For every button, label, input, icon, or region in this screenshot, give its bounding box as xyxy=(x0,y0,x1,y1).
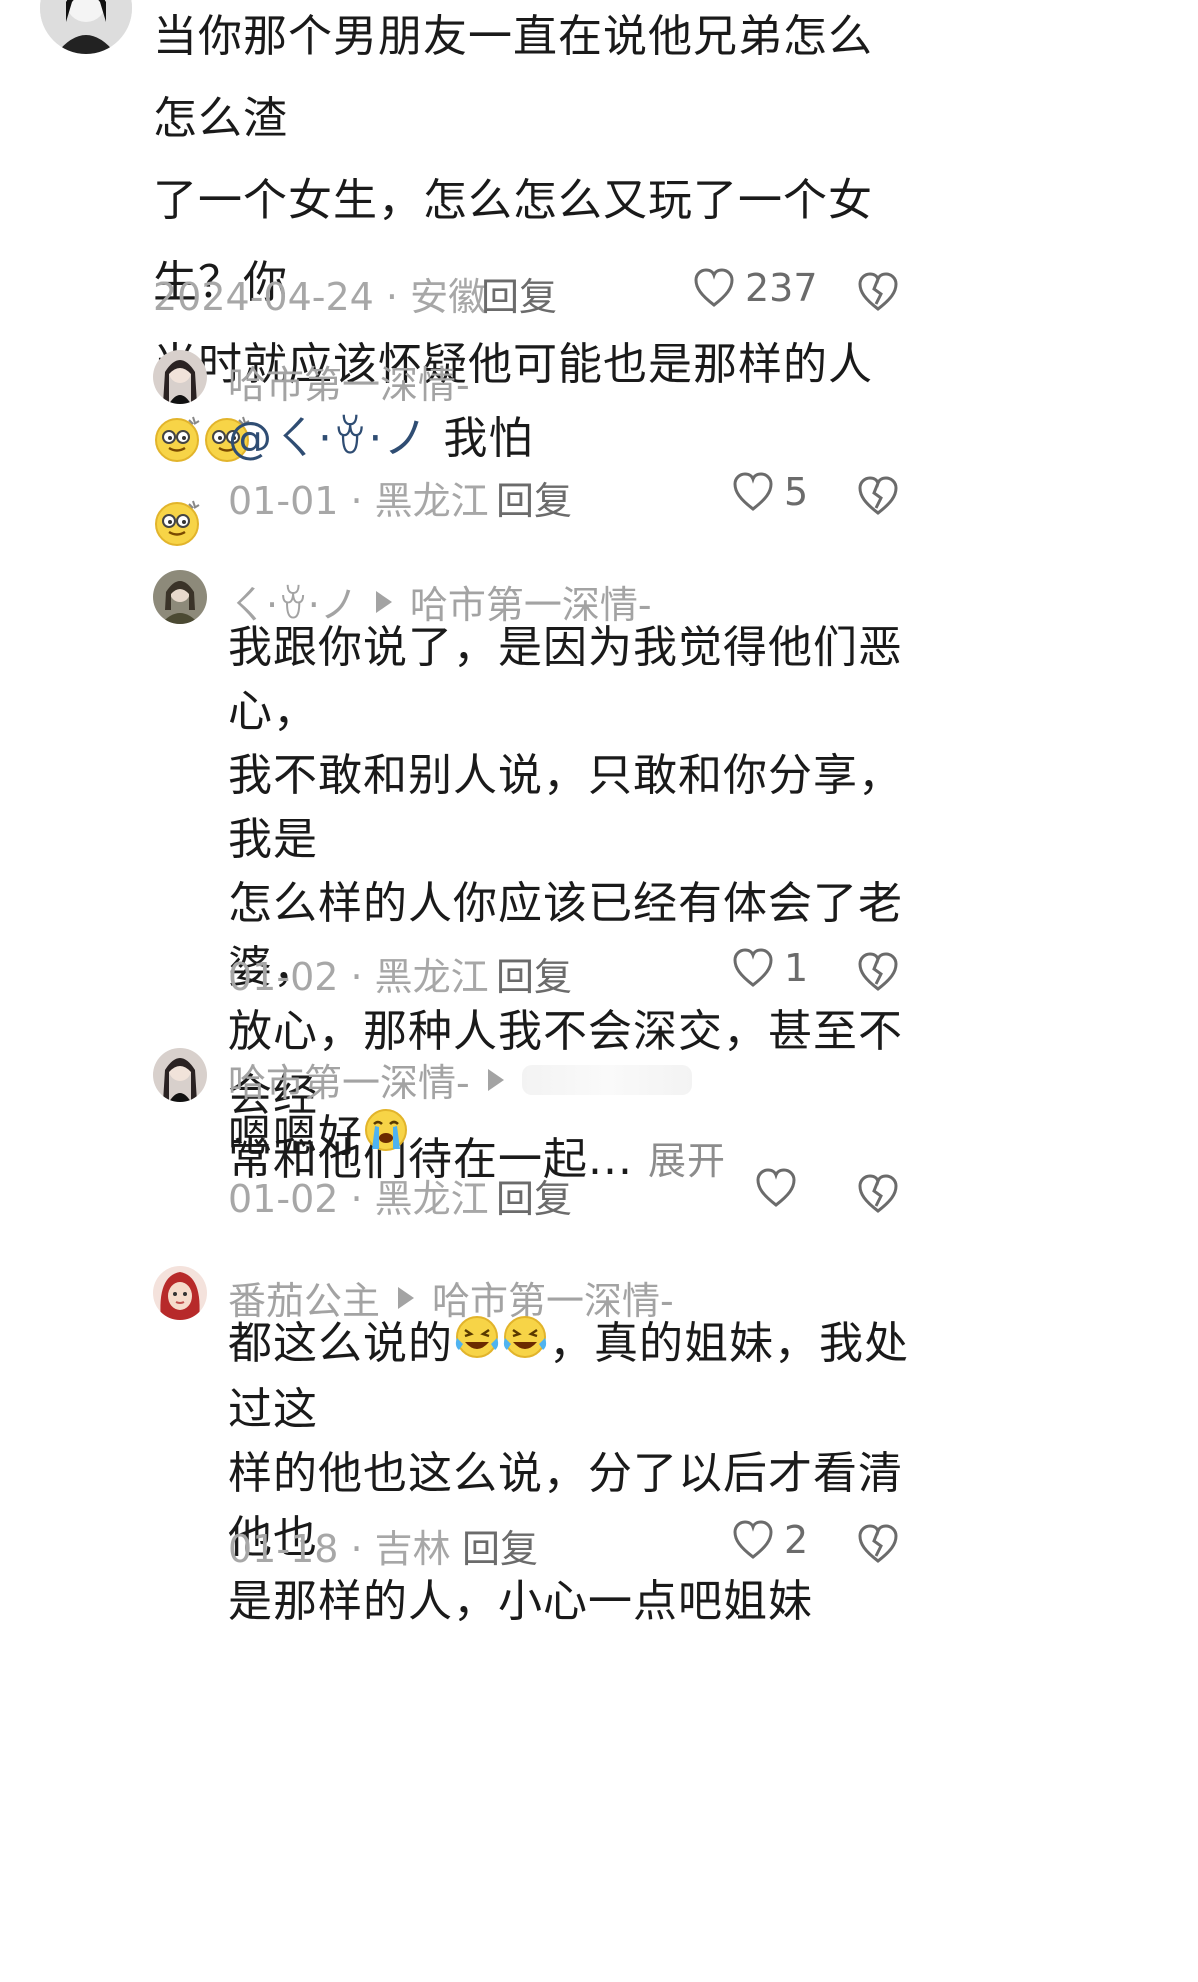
like-button[interactable]: 2 xyxy=(732,1518,808,1562)
broken-heart-icon xyxy=(858,476,898,515)
triangle-right-icon xyxy=(487,1068,504,1091)
comment-meta: 01-18 · 吉林 回复 2 xyxy=(0,1518,1198,1578)
like-button[interactable]: 1 xyxy=(732,946,808,990)
reply-button[interactable]: 回复 xyxy=(496,1168,572,1223)
avatar[interactable] xyxy=(153,570,207,624)
like-count: 1 xyxy=(784,946,809,990)
dislike-button[interactable] xyxy=(857,1524,899,1573)
broken-heart-icon xyxy=(858,1174,898,1213)
broken-heart-icon xyxy=(858,1524,898,1563)
avatar[interactable] xyxy=(40,0,132,54)
triangle-right-icon xyxy=(375,590,392,613)
avatar[interactable] xyxy=(153,1266,207,1320)
comment-text: @ㄑ·ꈊ·ノ 我怕 xyxy=(228,413,534,464)
heart-outline-icon xyxy=(694,268,734,307)
reply-button[interactable]: 回复 xyxy=(496,946,572,1001)
comment-date-location: 01-18 · 吉林 xyxy=(228,1527,451,1571)
comment-date-location: 01-02 · 黑龙江 xyxy=(228,1177,489,1221)
comment-date-location: 2024-04-24 · 安徽 xyxy=(153,275,487,319)
blurred-username xyxy=(521,1064,692,1095)
like-button[interactable]: 237 xyxy=(693,266,818,310)
heart-outline-icon xyxy=(756,1168,796,1207)
rolling-on-floor-laughing-emoji-icon xyxy=(453,1314,501,1378)
broken-heart-icon xyxy=(858,952,898,991)
like-button[interactable] xyxy=(755,1168,807,1208)
heart-outline-icon xyxy=(733,472,773,511)
dislike-button[interactable] xyxy=(857,1174,899,1223)
comment-meta: 2024-04-24 · 安徽 回复 237 xyxy=(0,266,1198,326)
mention-link[interactable]: @ㄑ·ꈊ·ノ xyxy=(228,413,428,464)
like-count: 5 xyxy=(784,470,809,514)
like-button[interactable]: 5 xyxy=(732,470,808,514)
comment-meta: 01-02 · 黑龙江 回复 1 xyxy=(0,946,1198,1006)
dislike-button[interactable] xyxy=(857,272,899,321)
comment-meta: 01-01 · 黑龙江 回复 5 xyxy=(0,470,1198,530)
avatar[interactable] xyxy=(153,350,207,404)
reply-button[interactable]: 回复 xyxy=(496,470,572,525)
like-count: 2 xyxy=(784,1518,809,1562)
dislike-button[interactable] xyxy=(857,476,899,525)
triangle-right-icon xyxy=(398,1286,415,1309)
like-count: 237 xyxy=(745,266,818,310)
avatar[interactable] xyxy=(153,1048,207,1102)
heart-outline-icon xyxy=(733,948,773,987)
reply-button[interactable]: 回复 xyxy=(481,266,557,321)
comment-text: 都这么说的 ，真的姐妹，我处过这 样的他也这么说，分了以后才看清他也 是那样的人，… xyxy=(228,1312,928,1634)
broken-heart-icon xyxy=(858,272,898,311)
comment-meta: 01-02 · 黑龙江 回复 xyxy=(0,1168,1198,1228)
reply-button[interactable]: 回复 xyxy=(462,1518,538,1573)
heart-outline-icon xyxy=(733,1520,773,1559)
rolling-on-floor-laughing-emoji-icon xyxy=(501,1314,549,1378)
comment-date-location: 01-01 · 黑龙江 xyxy=(228,479,489,523)
dislike-button[interactable] xyxy=(857,952,899,1001)
comment-date-location: 01-02 · 黑龙江 xyxy=(228,955,489,999)
